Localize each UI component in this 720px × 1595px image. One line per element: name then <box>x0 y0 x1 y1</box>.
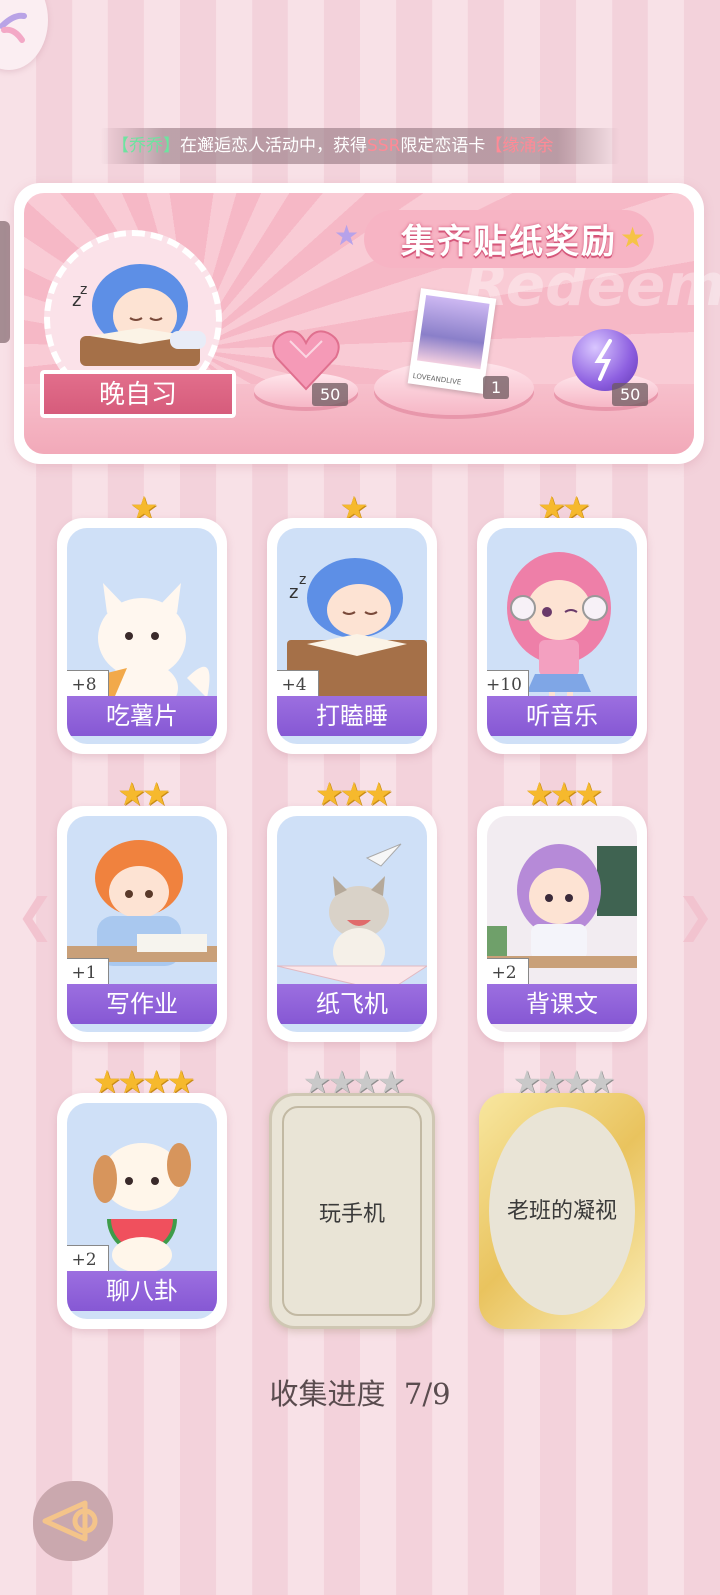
star-icon: ★ <box>334 219 360 252</box>
locked-card-label: 玩手机 <box>318 1202 385 1227</box>
locked-card-label: 老班的凝视 <box>506 1199 617 1224</box>
reward-count: 50 <box>612 383 649 406</box>
theme-label: 晚自习 <box>98 380 177 410</box>
banner-title: 集齐贴纸奖励 <box>401 222 617 262</box>
locked-card[interactable]: 老班的凝视 <box>479 1093 645 1329</box>
ticker-rarity: SSR <box>367 136 401 156</box>
sticker-card[interactable]: +10 听音乐 <box>477 518 647 754</box>
photo-caption: LOVEANDLIVE <box>412 371 462 387</box>
ticker-item: 【缘涌余 <box>485 136 554 156</box>
svg-text:z: z <box>80 282 87 298</box>
sticker-card[interactable]: +2 背课文 <box>477 806 647 1042</box>
reward-count: 50 <box>312 383 349 406</box>
card-label: 聊八卦 <box>67 1271 217 1311</box>
reward-count: 1 <box>483 376 510 399</box>
ticker-player: 【乔乔】 <box>112 136 180 156</box>
card-label: 打瞌睡 <box>277 696 427 736</box>
next-page-arrow[interactable]: ❯ <box>676 888 715 942</box>
collection-reward-banner: Redeem ★ ★ 集齐贴纸奖励 z z 晚自习 50 LOVEANDLIVE… <box>14 183 720 464</box>
svg-text:z: z <box>289 582 298 603</box>
sticker-card[interactable]: +2 聊八卦 <box>57 1093 227 1329</box>
sticker-card[interactable]: 纸飞机 <box>267 806 437 1042</box>
back-arrow-icon <box>42 1500 98 1542</box>
collection-progress: 收集进度 7/9 <box>0 1371 720 1413</box>
sticker-card[interactable]: +8 吃薯片 <box>57 518 227 754</box>
card-label: 写作业 <box>67 984 217 1024</box>
ticker-mid: 在邂逅恋人活动中，获得 <box>180 136 367 156</box>
pinwheel-icon <box>0 12 27 43</box>
sticker-card[interactable]: z z +4 打瞌睡 <box>267 518 437 754</box>
card-label: 吃薯片 <box>67 696 217 736</box>
menu-button[interactable] <box>0 0 48 70</box>
sticker-card[interactable]: +1 写作业 <box>57 806 227 1042</box>
svg-text:z: z <box>299 572 306 588</box>
card-label: 听音乐 <box>487 696 637 736</box>
back-button[interactable] <box>33 1481 113 1561</box>
ticker-tail: 限定恋语卡 <box>400 136 486 156</box>
card-label: 纸飞机 <box>277 984 427 1024</box>
progress-value: 7/9 <box>403 1377 451 1411</box>
locked-card[interactable]: 玩手机 <box>269 1093 435 1329</box>
progress-label: 收集进度 <box>269 1377 386 1411</box>
card-label: 背课文 <box>487 984 637 1024</box>
prev-page-arrow[interactable]: ❮ <box>16 888 55 942</box>
broadcast-ticker: 【乔乔】在邂逅恋人活动中，获得SSR限定恋语卡【缘涌余 <box>100 128 620 164</box>
side-drawer-tab[interactable] <box>0 221 10 343</box>
purple-orb-icon[interactable] <box>572 329 638 391</box>
